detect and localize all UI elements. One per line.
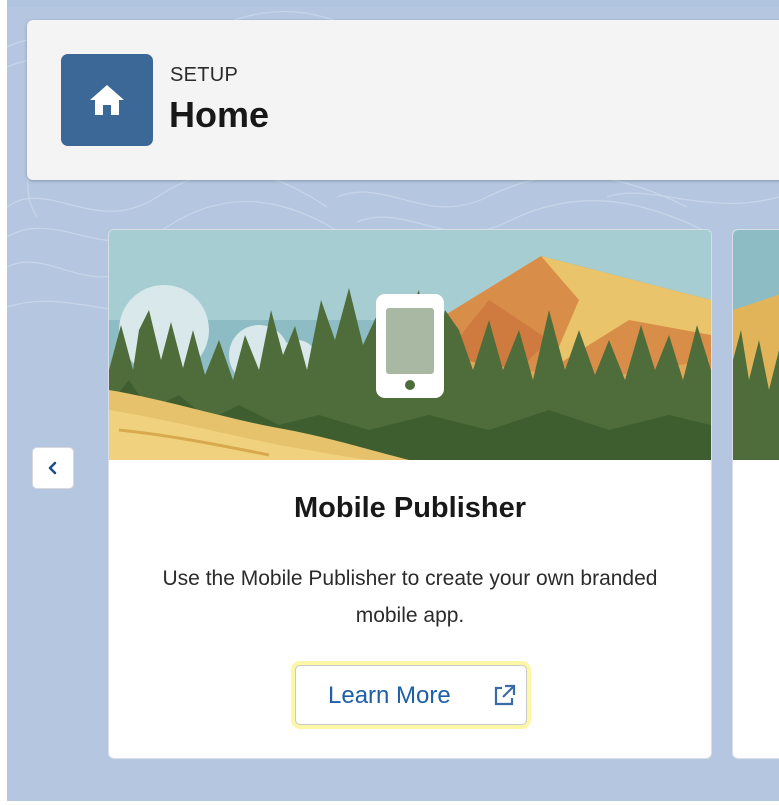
- window-edge-left: [0, 0, 7, 805]
- mountain-illustration: [109, 230, 711, 460]
- page-title: Home: [169, 94, 270, 135]
- external-link-icon: [494, 684, 516, 706]
- chevron-left-icon: [48, 461, 57, 475]
- page-header: SETUP Home: [27, 20, 779, 180]
- setup-page-background: SETUP Home Mobile Publisher Use the Mobi…: [7, 7, 779, 801]
- home-icon: [90, 85, 124, 115]
- carousel-card-next: [732, 229, 779, 759]
- carousel-card-mobile-publisher: Mobile Publisher Use the Mobile Publishe…: [108, 229, 712, 759]
- window-edge-bottom: [0, 801, 779, 805]
- learn-more-label: Learn More: [328, 682, 451, 709]
- card-title: Mobile Publisher: [293, 492, 527, 524]
- carousel-prev-button[interactable]: [32, 447, 74, 489]
- home-tile: [61, 54, 153, 146]
- learn-more-button[interactable]: Learn More: [295, 665, 527, 725]
- card-description: Use the Mobile Publisher to create your …: [162, 567, 658, 627]
- page-eyebrow: SETUP: [170, 64, 239, 86]
- landscape-illustration: [733, 230, 779, 460]
